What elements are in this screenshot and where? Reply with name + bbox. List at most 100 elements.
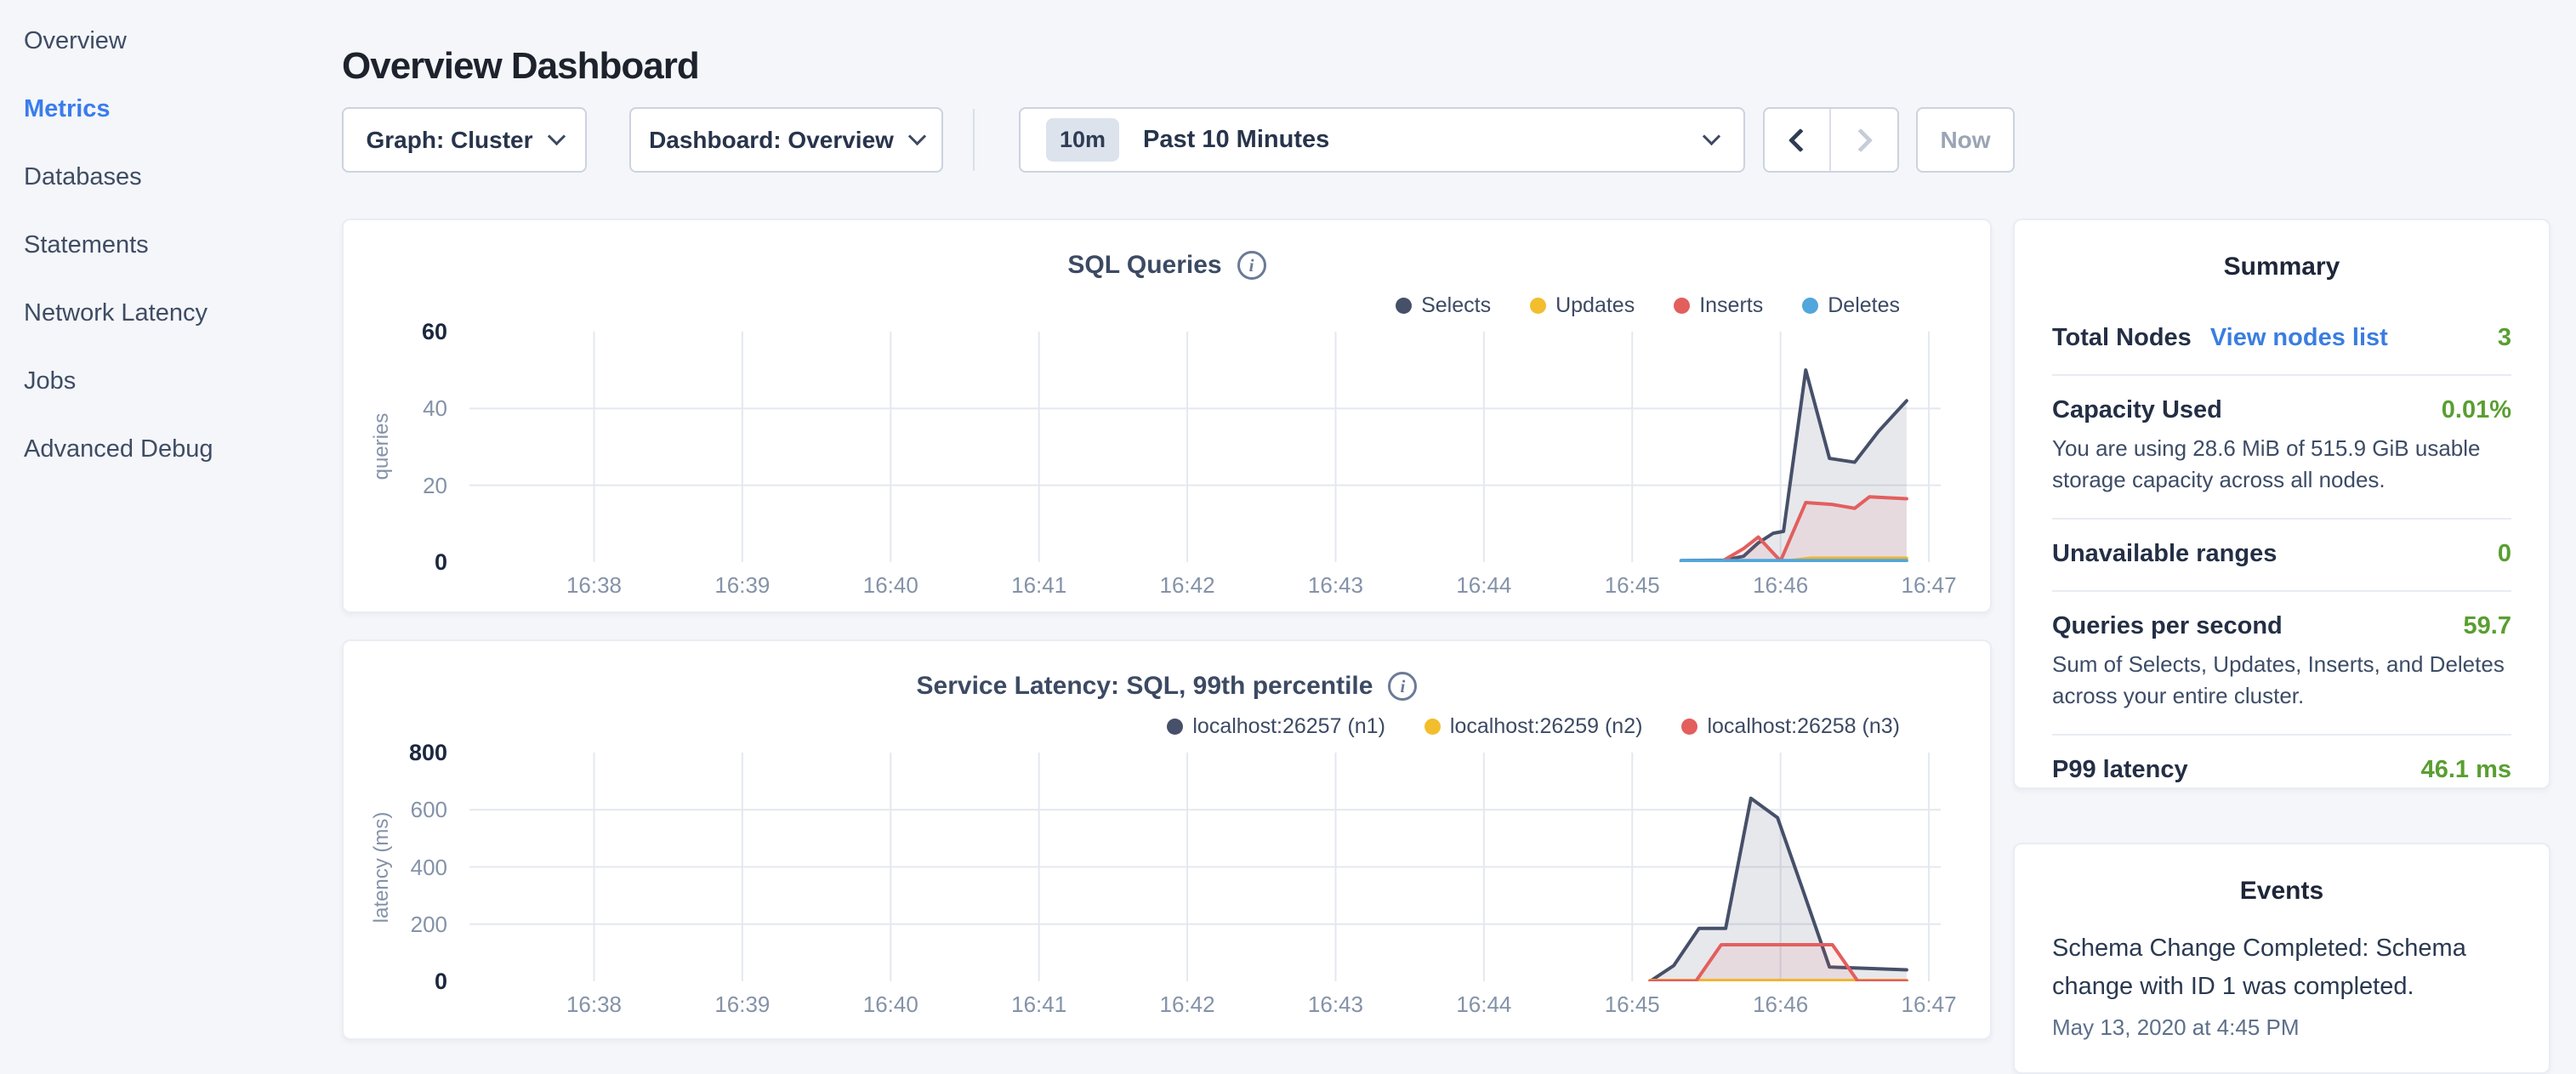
y-axis-tick: 20 <box>344 472 447 499</box>
summary-description: You are using 28.6 MiB of 515.9 GiB usab… <box>2052 433 2511 496</box>
y-axis-unit-label: queries <box>370 361 394 531</box>
summary-row-header: Queries per second 59.7 <box>2052 612 2511 640</box>
x-axis-tick: 16:39 <box>691 992 793 1018</box>
x-axis-tick: 16:43 <box>1284 992 1386 1018</box>
x-axis-tick: 16:40 <box>839 992 941 1018</box>
controls-divider <box>973 109 975 171</box>
y-axis-tick: 800 <box>344 739 447 766</box>
info-icon[interactable]: i <box>1237 251 1266 280</box>
chevron-down-icon <box>547 128 565 145</box>
legend-item[interactable]: localhost:26259 (n2) <box>1424 714 1643 739</box>
dashboard-select-label: Dashboard: Overview <box>649 127 894 154</box>
summary-label: Queries per second <box>2052 612 2283 640</box>
sql-queries-chart-card: SQL Queries i Selects Updates Inserts Delet… <box>342 219 1992 613</box>
legend-item[interactable]: Inserts <box>1674 293 1763 318</box>
summary-label: Unavailable ranges <box>2052 540 2277 568</box>
x-axis-tick: 16:46 <box>1730 572 1832 599</box>
x-axis-tick: 16:42 <box>1136 572 1238 599</box>
x-axis-tick: 16:38 <box>543 572 645 599</box>
y-axis-tick: 0 <box>344 548 447 576</box>
y-axis-tick: 400 <box>344 854 447 881</box>
time-range-label: Past 10 Minutes <box>1143 126 1329 154</box>
x-axis-tick: 16:44 <box>1433 572 1535 599</box>
sidebar-item-statements[interactable]: Statements <box>0 211 281 279</box>
events-title: Events <box>2015 877 2549 906</box>
summary-row: Capacity Used 0.01% You are using 28.6 MiB… <box>2052 376 2511 518</box>
x-axis-tick: 16:38 <box>543 992 645 1018</box>
legend-dot-icon <box>1802 298 1818 314</box>
sidebar-item-network-latency[interactable]: Network Latency <box>0 279 281 347</box>
chart-plot-area <box>469 753 1941 981</box>
summary-value: 59.7 <box>2464 612 2511 640</box>
events-card: Events Schema Change Completed: Schema c… <box>2013 843 2550 1074</box>
summary-row-header: P99 latency 46.1 ms <box>2052 756 2511 784</box>
legend-dot-icon <box>1674 298 1690 314</box>
y-axis-tick: 0 <box>344 968 447 995</box>
x-axis-tick: 16:41 <box>988 572 1090 599</box>
chevron-down-icon <box>908 128 926 145</box>
x-axis-tick: 16:43 <box>1284 572 1386 599</box>
legend-item[interactable]: Deletes <box>1802 293 1900 318</box>
now-button[interactable]: Now <box>1916 107 2015 173</box>
legend-item[interactable]: localhost:26258 (n3) <box>1681 714 1900 739</box>
sidebar-item-jobs[interactable]: Jobs <box>0 347 281 415</box>
summary-value: 46.1 ms <box>2421 756 2511 784</box>
sidebar-item-overview[interactable]: Overview <box>0 7 281 75</box>
next-range-button[interactable] <box>1831 109 1897 171</box>
chart-title: Service Latency: SQL, 99th percentile <box>917 672 1373 701</box>
x-axis-tick: 16:40 <box>839 572 941 599</box>
summary-label: P99 latency <box>2052 756 2188 784</box>
summary-title: Summary <box>2015 253 2549 281</box>
summary-label: Capacity Used <box>2052 396 2222 424</box>
chevron-down-icon <box>1703 128 1720 145</box>
x-axis-tick: 16:39 <box>691 572 793 599</box>
legend-label: Inserts <box>1699 293 1763 318</box>
graph-select-label: Graph: Cluster <box>366 127 532 154</box>
sidebar-item-databases[interactable]: Databases <box>0 143 281 211</box>
time-range-dropdown[interactable]: 10m Past 10 Minutes <box>1019 107 1745 173</box>
info-icon[interactable]: i <box>1388 672 1417 701</box>
chevron-right-icon <box>1849 128 1873 151</box>
sidebar-item-advanced-debug[interactable]: Advanced Debug <box>0 415 281 483</box>
chart-title: SQL Queries <box>1067 251 1221 280</box>
time-step-button-group <box>1763 107 1899 173</box>
summary-row: Queries per second 59.7 Sum of Selects, Up… <box>2052 592 2511 734</box>
legend-item[interactable]: localhost:26257 (n1) <box>1167 714 1385 739</box>
prev-range-button[interactable] <box>1765 109 1831 171</box>
summary-value: 0.01% <box>2442 396 2511 424</box>
summary-row-header: Total NodesView nodes list3 <box>2052 324 2511 352</box>
x-axis-tick: 16:45 <box>1581 992 1683 1018</box>
x-axis-tick: 16:41 <box>988 992 1090 1018</box>
y-axis-tick: 200 <box>344 911 447 938</box>
x-axis-tick: 16:47 <box>1878 572 1980 599</box>
time-range-badge: 10m <box>1046 118 1119 162</box>
chart-legend: Selects Updates Inserts Deletes <box>1396 293 1900 318</box>
view-nodes-link[interactable]: View nodes list <box>2210 324 2388 352</box>
legend-item[interactable]: Updates <box>1530 293 1635 318</box>
legend-label: localhost:26258 (n3) <box>1707 714 1900 739</box>
legend-dot-icon <box>1681 719 1697 735</box>
legend-label: localhost:26259 (n2) <box>1450 714 1643 739</box>
summary-row-header: Capacity Used 0.01% <box>2052 396 2511 424</box>
sidebar-item-metrics[interactable]: Metrics <box>0 75 281 143</box>
summary-row: Unavailable ranges0 <box>2052 520 2511 590</box>
sidebar-nav: OverviewMetricsDatabasesStatementsNetwor… <box>0 0 281 1051</box>
legend-item[interactable]: Selects <box>1396 293 1491 318</box>
x-axis-tick: 16:47 <box>1878 992 1980 1018</box>
legend-dot-icon <box>1424 719 1441 735</box>
x-axis-tick: 16:46 <box>1730 992 1832 1018</box>
summary-row: P99 latency 46.1 ms <box>2052 736 2511 806</box>
legend-dot-icon <box>1396 298 1412 314</box>
summary-row-header: Unavailable ranges0 <box>2052 540 2511 568</box>
summary-description: Sum of Selects, Updates, Inserts, and De… <box>2052 649 2511 712</box>
chevron-left-icon <box>1788 128 1812 151</box>
legend-dot-icon <box>1530 298 1546 314</box>
graph-select-dropdown[interactable]: Graph: Cluster <box>342 107 587 173</box>
summary-row: Total NodesView nodes list3 <box>2052 304 2511 374</box>
chart-plot-area <box>469 332 1941 562</box>
y-axis-tick: 600 <box>344 796 447 823</box>
legend-label: Selects <box>1421 293 1491 318</box>
x-axis-tick: 16:42 <box>1136 992 1238 1018</box>
summary-rows: Total NodesView nodes list3 Capacity Used… <box>2015 304 2549 806</box>
dashboard-select-dropdown[interactable]: Dashboard: Overview <box>629 107 943 173</box>
